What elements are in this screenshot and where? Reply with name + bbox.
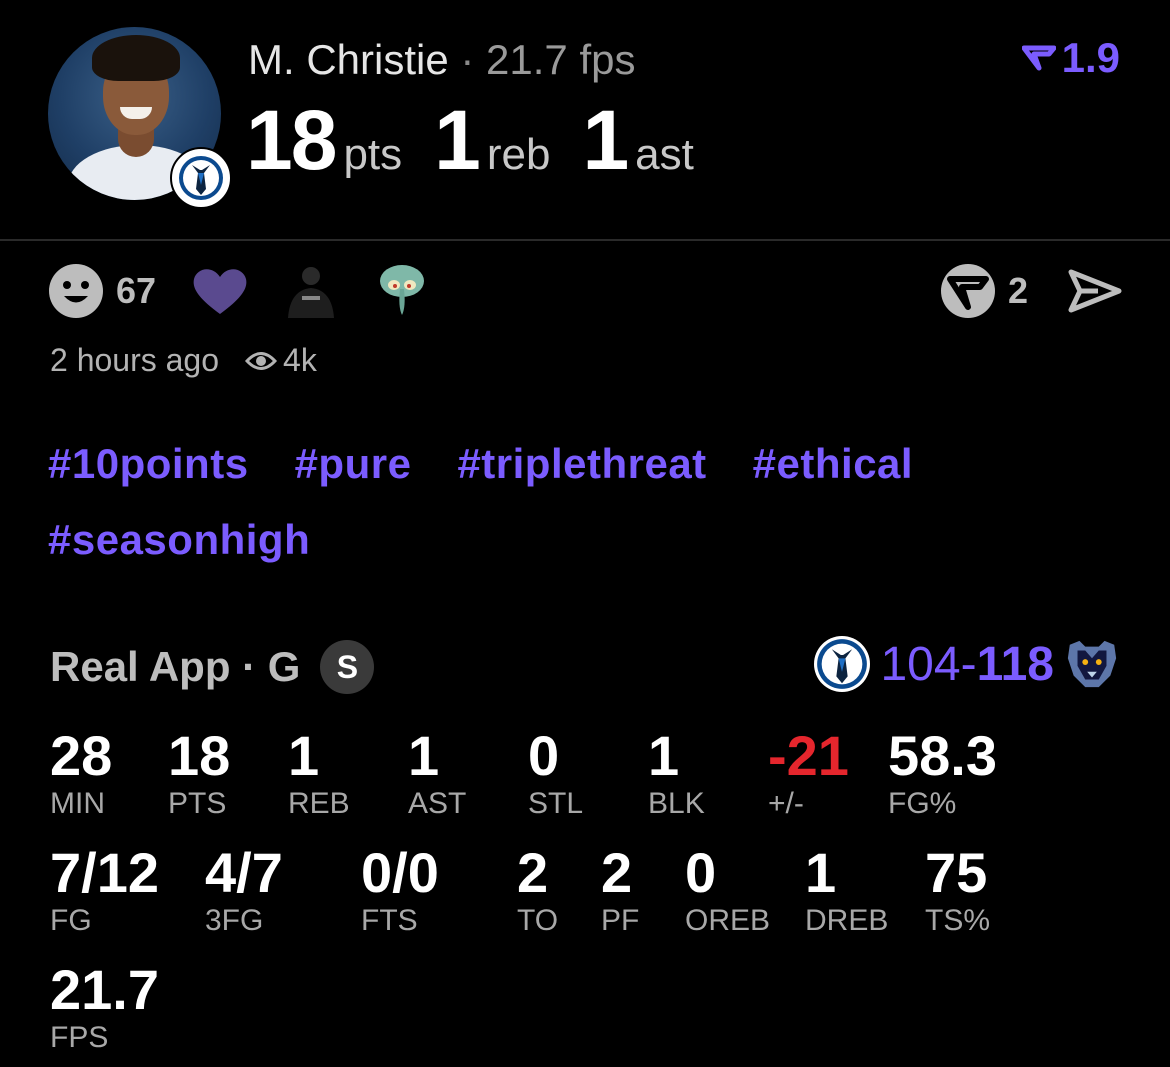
heart-icon[interactable] bbox=[192, 266, 248, 316]
stat-label: FPS bbox=[50, 1021, 109, 1054]
stat-value: 21.7 bbox=[50, 958, 159, 1021]
views: 4k bbox=[245, 342, 317, 379]
stat-label: PF bbox=[601, 904, 640, 937]
time-ago: 2 hours ago bbox=[50, 342, 220, 378]
stat-reb: 1 REB bbox=[288, 728, 350, 820]
stat-pf: 2 PF bbox=[601, 845, 639, 937]
send-icon[interactable] bbox=[1068, 268, 1122, 314]
player-reaction-icon[interactable] bbox=[282, 262, 340, 320]
ast-label: ast bbox=[635, 130, 694, 179]
rating-badge[interactable]: 1.9 bbox=[1021, 34, 1120, 82]
reb-label: reb bbox=[486, 130, 551, 179]
score-home: 104 bbox=[880, 637, 961, 691]
stat-value: 1 bbox=[408, 724, 440, 787]
player-fps: 21.7 fps bbox=[486, 36, 636, 83]
stat-value: 0/0 bbox=[361, 841, 439, 904]
stat-label: TS% bbox=[925, 904, 991, 937]
mavericks-logo-icon bbox=[170, 147, 232, 209]
hashtag[interactable]: #triplethreat bbox=[457, 440, 706, 488]
stat-ast: 1 AST bbox=[408, 728, 466, 820]
smile-icon[interactable] bbox=[48, 263, 104, 319]
ast-value: 1 bbox=[582, 93, 629, 187]
rating-value: 1.9 bbox=[1061, 34, 1120, 81]
stat-value: 1 bbox=[648, 724, 680, 787]
stat-label: STL bbox=[528, 787, 584, 820]
stat-label: OREB bbox=[685, 904, 771, 937]
stat-value: 0 bbox=[528, 724, 560, 787]
stat-blk: 1 BLK bbox=[648, 728, 705, 820]
grizzlies-logo-icon bbox=[1064, 636, 1120, 692]
mavericks-logo-icon bbox=[814, 636, 871, 692]
score: 104-118 bbox=[880, 637, 1054, 692]
game-source: Real App · G bbox=[50, 643, 301, 690]
starter-badge: S bbox=[320, 640, 375, 694]
reactions-bar: 67 bbox=[48, 262, 464, 320]
stat-value: 18 bbox=[168, 724, 231, 787]
stat-label: REB bbox=[288, 787, 350, 820]
stat-label: FG bbox=[50, 904, 92, 937]
real-count[interactable]: 2 bbox=[1008, 270, 1028, 312]
statline: 18 pts 1 reb 1 ast bbox=[246, 92, 726, 189]
divider bbox=[0, 239, 1170, 241]
stat-value: -21 bbox=[768, 724, 849, 787]
stat-label: +/- bbox=[768, 787, 804, 820]
stat-fg: 7/12 FG bbox=[50, 845, 159, 937]
stat-min: 28 MIN bbox=[50, 728, 112, 820]
real-logo-icon[interactable] bbox=[940, 263, 996, 319]
stat-label: 3FG bbox=[205, 904, 264, 937]
reb-value: 1 bbox=[434, 93, 481, 187]
stat-label: AST bbox=[408, 787, 467, 820]
stat-label: PTS bbox=[168, 787, 227, 820]
view-count: 4k bbox=[283, 342, 317, 378]
stat-label: DREB bbox=[805, 904, 889, 937]
stat-oreb: 0 OREB bbox=[685, 845, 770, 937]
stat-value: 7/12 bbox=[50, 841, 159, 904]
stat-label: FTS bbox=[361, 904, 418, 937]
game-label[interactable]: Real App · G S bbox=[50, 640, 375, 694]
stat-label: BLK bbox=[648, 787, 705, 820]
stat-value: 1 bbox=[805, 841, 837, 904]
squidward-reaction-icon[interactable] bbox=[374, 263, 430, 319]
real-rating-icon bbox=[1021, 45, 1056, 71]
stat-value: 28 bbox=[50, 724, 113, 787]
stat-plus-minus: -21 +/- bbox=[768, 728, 849, 820]
stat-value: 1 bbox=[288, 724, 320, 787]
stat-to: 2 TO bbox=[517, 845, 558, 937]
stat-ts-pct: 75 TS% bbox=[925, 845, 990, 937]
hashtag[interactable]: #10points bbox=[48, 440, 249, 488]
hashtags: #10points #pure #triplethreat #ethical #seas… bbox=[48, 440, 1128, 592]
player-name-line[interactable]: M. Christie · 21.7 fps bbox=[248, 36, 636, 84]
game-score[interactable]: 104-118 bbox=[814, 636, 1120, 692]
stat-fts: 0/0 FTS bbox=[361, 845, 439, 937]
stat-fps: 21.7 FPS bbox=[50, 962, 159, 1054]
stat-fg-pct: 58.3 FG% bbox=[888, 728, 997, 820]
hashtag[interactable]: #ethical bbox=[753, 440, 913, 488]
hashtag[interactable]: #seasonhigh bbox=[48, 516, 310, 564]
separator: · bbox=[460, 36, 475, 83]
reaction-count[interactable]: 67 bbox=[116, 270, 156, 312]
stat-stl: 0 STL bbox=[528, 728, 583, 820]
stat-value: 75 bbox=[925, 841, 988, 904]
stat-value: 58.3 bbox=[888, 724, 997, 787]
stat-dreb: 1 DREB bbox=[805, 845, 888, 937]
pts-value: 18 bbox=[246, 93, 337, 187]
stat-label: FG% bbox=[888, 787, 957, 820]
score-away: 118 bbox=[976, 637, 1054, 691]
score-dash: - bbox=[960, 637, 977, 691]
stat-3fg: 4/7 3FG bbox=[205, 845, 283, 937]
pts-label: pts bbox=[343, 130, 403, 179]
eye-icon bbox=[245, 351, 278, 370]
stat-value: 0 bbox=[685, 841, 717, 904]
player-name[interactable]: M. Christie bbox=[248, 36, 449, 83]
hashtag[interactable]: #pure bbox=[295, 440, 412, 488]
stat-value: 2 bbox=[517, 841, 549, 904]
stat-label: TO bbox=[517, 904, 559, 937]
stat-label: MIN bbox=[50, 787, 105, 820]
post-actions: 2 bbox=[940, 262, 1122, 320]
stat-value: 2 bbox=[601, 841, 633, 904]
stat-value: 4/7 bbox=[205, 841, 283, 904]
post-meta: 2 hours ago 4k bbox=[50, 342, 317, 379]
stat-pts: 18 PTS bbox=[168, 728, 230, 820]
